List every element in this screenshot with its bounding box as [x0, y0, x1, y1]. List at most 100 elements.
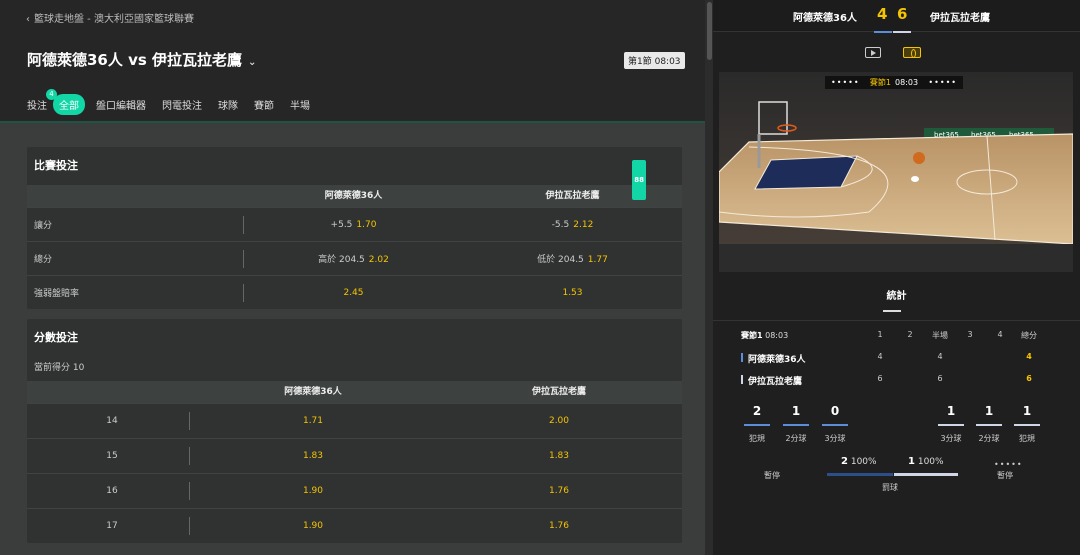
home-team-name: 阿德萊德36人: [793, 13, 857, 24]
match-title-text: 阿德萊德36人 vs 伊拉瓦拉老鷹: [27, 51, 243, 69]
away-color-bar: [893, 31, 911, 33]
animation-period: 賽節1: [869, 78, 892, 87]
home-color-marker: [741, 353, 743, 362]
score-label: 16: [27, 474, 190, 508]
odds-button[interactable]: 低於 204.5 1.77: [463, 252, 682, 265]
odds-button[interactable]: 2.45: [244, 288, 463, 298]
odds-button[interactable]: 2.00: [436, 416, 682, 426]
tab-all[interactable]: 全部: [53, 94, 85, 115]
home-score: 4: [877, 5, 888, 23]
tab-bets[interactable]: 投注 4: [27, 89, 57, 112]
live-stream-icon[interactable]: [865, 47, 881, 58]
col-away: 伊拉瓦拉老鷹: [545, 191, 600, 201]
scrollbar-thumb[interactable]: [707, 2, 712, 60]
away-team-name: 伊拉瓦拉老鷹: [930, 13, 990, 24]
game-bets-header[interactable]: 比賽投注 88: [27, 147, 682, 200]
score-bets-header[interactable]: 分數投注: [27, 319, 682, 357]
home-3pt-label: 3分球: [824, 434, 846, 443]
home-free-throws: 2 100%: [841, 456, 877, 467]
market-label: 讓分: [27, 208, 244, 241]
market-label: 總分: [27, 242, 244, 275]
match-animation: bet365 bet365 bet365 ••••• 賽節1 08:03 •••…: [719, 72, 1073, 272]
chevron-left-icon[interactable]: ‹: [26, 14, 30, 25]
home-3pt-count: 0: [821, 404, 849, 426]
tab-teams[interactable]: 球隊: [218, 97, 238, 112]
tab-bets-label: 投注: [27, 101, 47, 112]
stats-tab-underline: [883, 310, 901, 312]
away-fouls-dots: •••••: [928, 78, 957, 87]
away-quarter-row: 伊拉瓦拉老鷹 6 6 6: [713, 374, 1080, 396]
home-2pt-label: 2分球: [785, 434, 807, 443]
stats-period: 賽節1: [741, 331, 763, 340]
free-throws-label: 罰球: [882, 483, 898, 492]
odds-button[interactable]: -5.5 2.12: [463, 220, 682, 230]
breadcrumb[interactable]: ‹ 籃球走地盤 - 澳大利亞國家籃球聯賽: [26, 10, 194, 25]
tab-flash-bets[interactable]: 閃電投注: [162, 97, 202, 112]
away-score: 6: [897, 5, 908, 23]
market-row-total: 總分 高於 204.5 2.02 低於 204.5 1.77: [27, 241, 682, 275]
odds-button[interactable]: 1.53: [463, 288, 682, 298]
odds-button[interactable]: 1.90: [190, 521, 436, 531]
tab-stats[interactable]: 統計: [713, 287, 1080, 302]
odds-button[interactable]: 高於 204.5 2.02: [244, 252, 463, 265]
odds-button[interactable]: 1.76: [436, 486, 682, 496]
away-free-throws: 1 100%: [908, 456, 944, 467]
score-row: 14 1.71 2.00: [27, 403, 682, 438]
animation-clock: 08:03: [895, 78, 919, 87]
away-2pt-label: 2分球: [978, 434, 1000, 443]
home-fouls-dots: •••••: [831, 78, 860, 87]
home-quarter-row: 阿德萊德36人 4 4 4: [713, 352, 1080, 374]
quarter-score-table: 賽節1 08:03 1 2 半場 3 4 總分 阿德萊德36人 4 4 4 伊拉…: [713, 330, 1080, 396]
home-free-throw-bar: [827, 473, 893, 476]
match-tracker-icon[interactable]: [903, 47, 921, 58]
score-row: 16 1.90 1.76: [27, 473, 682, 508]
stats-divider: [713, 320, 1080, 321]
score-label: 14: [27, 404, 190, 438]
tab-half[interactable]: 半場: [290, 97, 310, 112]
col-home: 阿德萊德36人: [284, 387, 342, 397]
market-row-spread: 讓分 +5.5 1.70 -5.5 2.12: [27, 207, 682, 241]
breadcrumb-text[interactable]: 籃球走地盤 - 澳大利亞國家籃球聯賽: [34, 14, 194, 25]
animation-period-bar: ••••• 賽節1 08:03 •••••: [825, 76, 963, 89]
app-root: ‹ 籃球走地盤 - 澳大利亞國家籃球聯賽 阿德萊德36人 vs 伊拉瓦拉老鷹 ⌄ 第…: [0, 0, 1080, 555]
tab-quarters[interactable]: 賽節: [254, 97, 274, 112]
away-3pt-label: 3分球: [940, 434, 962, 443]
bet-boost-icon: 88: [632, 160, 646, 200]
market-label: 強弱盤賠率: [27, 276, 244, 309]
score-row: 17 1.90 1.76: [27, 508, 682, 543]
score-bets-panel: 分數投注 當前得分 10 阿德萊德36人 伊拉瓦拉老鷹 14 1.71 2.00…: [27, 319, 682, 543]
home-color-bar: [874, 31, 892, 33]
away-color-marker: [741, 375, 743, 384]
quarter-score-header: 賽節1 08:03 1 2 半場 3 4 總分: [741, 330, 1037, 340]
home-fouls-label: 犯規: [749, 434, 765, 443]
game-bets-panel: 比賽投注 88 阿德萊德36人 伊拉瓦拉老鷹 讓分 +5.5 1.70 -5.5 2.…: [27, 147, 682, 309]
media-toggle: [713, 45, 1080, 61]
market-row-moneyline: 強弱盤賠率 2.45 1.53: [27, 275, 682, 309]
odds-button[interactable]: 1.90: [190, 486, 436, 496]
odds-button[interactable]: 1.83: [436, 451, 682, 461]
odds-button[interactable]: 1.71: [190, 416, 436, 426]
odds-button[interactable]: 1.83: [190, 451, 436, 461]
markets-content: 比賽投注 88 阿德萊德36人 伊拉瓦拉老鷹 讓分 +5.5 1.70 -5.5 2.…: [0, 123, 705, 555]
match-title[interactable]: 阿德萊德36人 vs 伊拉瓦拉老鷹 ⌄: [27, 49, 256, 70]
period-badge: 第1節 08:03: [624, 52, 685, 69]
betting-pane: ‹ 籃球走地盤 - 澳大利亞國家籃球聯賽 阿德萊德36人 vs 伊拉瓦拉老鷹 ⌄ 第…: [0, 0, 705, 555]
away-fouls-label: 犯規: [1019, 434, 1035, 443]
odds-button[interactable]: 1.76: [436, 521, 682, 531]
col-home: 阿德萊德36人: [324, 191, 383, 201]
score-row: 15 1.83 1.83: [27, 438, 682, 473]
chevron-down-icon[interactable]: ⌄: [248, 57, 256, 68]
market-tabs: 投注 4 全部 盤口編輯器 閃電投注 球隊 賽節 半場: [27, 89, 326, 115]
home-fouls-count: 2: [743, 404, 771, 426]
tab-bet-builder[interactable]: 盤口編輯器: [96, 97, 146, 112]
scrollbar-track[interactable]: [705, 0, 713, 555]
game-bets-columns: 阿德萊德36人 伊拉瓦拉老鷹: [27, 185, 682, 207]
score-label: 17: [27, 509, 190, 543]
score-bets-columns: 阿德萊德36人 伊拉瓦拉老鷹: [27, 381, 682, 403]
away-fouls-count: 1: [1013, 404, 1041, 426]
live-pane: 阿德萊德36人 4 6 伊拉瓦拉老鷹 bet365 bet365 bet365 …: [713, 0, 1080, 555]
score-label: 15: [27, 439, 190, 473]
col-away: 伊拉瓦拉老鷹: [531, 387, 586, 397]
home-2pt-count: 1: [782, 404, 810, 426]
odds-button[interactable]: +5.5 1.70: [244, 220, 463, 230]
